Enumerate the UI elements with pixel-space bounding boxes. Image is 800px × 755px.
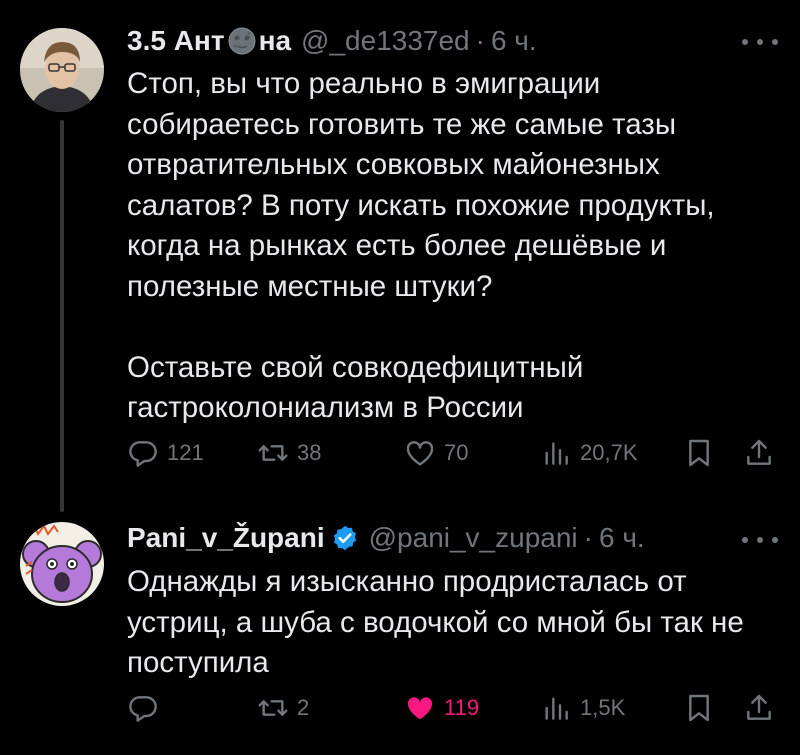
display-name-part: 3.5 Ант [127, 25, 225, 56]
timestamp[interactable]: 6 ч. [491, 25, 537, 57]
reply-count: 121 [167, 440, 204, 465]
tweet-header: 3.5 Ант на @_de1337ed · 6 ч. [127, 21, 537, 61]
views-button[interactable]: 1,5K [540, 688, 625, 728]
reply-icon [129, 441, 157, 467]
user-handle[interactable]: @pani_v_zupani [369, 522, 578, 554]
separator: · [475, 25, 485, 56]
tweet-header: Pani_v_Župani @pani_v_zupani · 6 ч. [127, 518, 645, 558]
timestamp[interactable]: 6 ч. [599, 522, 645, 554]
share-icon [747, 694, 771, 720]
tweet-text: Однажды я изысканно продристалась от уст… [127, 565, 744, 679]
more-options-icon[interactable] [742, 530, 778, 550]
bookmark-button[interactable] [683, 688, 715, 728]
reply-icon [129, 696, 157, 722]
tweet[interactable]: Pani_v_Župani @pani_v_zupani · 6 ч. Одна… [0, 500, 800, 755]
bookmark-button[interactable] [683, 433, 715, 473]
views-count: 1,5K [580, 695, 626, 720]
display-name[interactable]: Pani_v_Župani [127, 522, 359, 554]
new-moon-face-emoji-icon [227, 26, 257, 56]
tweet-actions: 121 38 70 20,7K [127, 433, 777, 473]
thread-line [60, 120, 64, 512]
views-bar-chart-icon [545, 697, 568, 720]
repost-icon [258, 700, 288, 716]
like-count: 70 [444, 440, 469, 465]
display-name[interactable]: 3.5 Ант на [127, 25, 291, 57]
share-button[interactable] [743, 688, 775, 728]
heart-icon [406, 441, 434, 466]
display-name-text: Pani_v_Župani [127, 522, 325, 553]
repost-count: 2 [297, 695, 310, 720]
reply-button[interactable] [127, 688, 167, 728]
like-button[interactable]: 119 [404, 688, 479, 728]
avatar[interactable] [20, 28, 104, 112]
heart-filled-icon [407, 697, 433, 720]
bookmark-icon [689, 439, 709, 467]
tweet-text: Стоп, вы что реально в эмиграции собирае… [127, 67, 715, 424]
separator: · [583, 522, 593, 553]
views-bar-chart-icon [545, 442, 568, 465]
repost-button[interactable]: 2 [257, 688, 309, 728]
verified-badge-icon [331, 524, 359, 552]
bookmark-icon [689, 694, 709, 722]
tweet-actions: 2 119 1,5K [127, 688, 777, 728]
views-count: 20,7K [580, 440, 638, 465]
repost-icon [258, 445, 288, 461]
reply-button[interactable]: 121 [127, 433, 204, 473]
like-button[interactable]: 70 [404, 433, 468, 473]
avatar[interactable] [20, 522, 104, 606]
repost-button[interactable]: 38 [257, 433, 321, 473]
views-button[interactable]: 20,7K [540, 433, 638, 473]
share-icon [747, 439, 771, 465]
user-handle[interactable]: @_de1337ed [301, 25, 470, 57]
tweet[interactable]: 3.5 Ант на @_de1337ed · 6 ч. Стоп, вы чт… [0, 0, 800, 512]
repost-count: 38 [297, 440, 322, 465]
like-count: 119 [444, 695, 480, 720]
more-options-icon[interactable] [742, 32, 778, 52]
display-name-part: на [258, 25, 292, 56]
share-button[interactable] [743, 433, 775, 473]
